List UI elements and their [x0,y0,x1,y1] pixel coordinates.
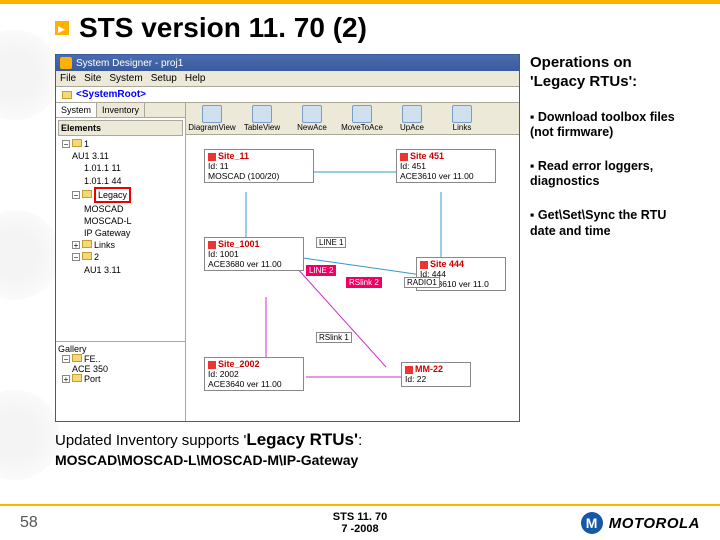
node-site-1001[interactable]: Site_1001 Id: 1001 ACE3680 ver 11.00 [204,237,304,271]
menu-site[interactable]: Site [84,73,101,84]
tree-item[interactable]: −Legacy [58,187,183,203]
title-bullet-icon [55,21,69,35]
menu-help[interactable]: Help [185,73,206,84]
app-icon [60,57,72,69]
node-site-2002[interactable]: Site_2002 Id: 2002 ACE3640 ver 11.00 [204,357,304,391]
footer-line-1: STS 11. 70 [333,511,387,523]
window-titlebar: System Designer - proj1 [56,55,519,71]
breadcrumb: <SystemRoot> [56,87,519,103]
tree-item[interactable]: AU1 3.11 [58,264,183,276]
bullet-get-set-sync: Get\Set\Sync the RTU date and time [530,208,680,239]
tree-item[interactable]: IP Gateway [58,227,183,239]
tree-item[interactable]: 1.01.1 11 [58,162,183,174]
tree-item[interactable]: 1.01.1 44 [58,175,183,187]
tree-item[interactable]: −1 [58,138,183,150]
tree-item[interactable]: AU1 3.11 [58,150,183,162]
tab-inventory[interactable]: Inventory [97,103,145,117]
folder-icon [62,91,72,99]
tab-system[interactable]: System [56,103,97,117]
gallery-header: Gallery [58,344,183,354]
tree-item[interactable]: −2 [58,251,183,263]
menubar: File Site System Setup Help [56,71,519,87]
slide-title: STS version 11. 70 (2) [79,12,367,44]
tree-item[interactable]: MOSCAD-L [58,215,183,227]
operations-heading: Operations on 'Legacy RTUs': [530,54,680,92]
node-site-11[interactable]: Site_11 Id: 11 MOSCAD (100/20) [204,149,314,183]
page-number: 58 [20,514,38,532]
window-title: System Designer - proj1 [76,58,183,69]
brand-logo: M MOTOROLA [581,512,700,534]
main-toolbar: DiagramView TableView NewAce MoveToAce U… [186,103,519,135]
link-rslink1: RSlink 1 [316,332,352,343]
tbtn-tableview[interactable]: TableView [238,105,286,132]
menu-file[interactable]: File [60,73,76,84]
tbtn-diagramview[interactable]: DiagramView [188,105,236,132]
link-line2: LINE 2 [306,265,336,276]
node-mm-22[interactable]: MM-22 Id: 22 [401,362,471,387]
motorola-icon: M [581,512,603,534]
brand-text: MOTOROLA [609,515,700,532]
tbtn-links[interactable]: Links [438,105,486,132]
footer-line-2: 7 -2008 [333,523,387,535]
caption-line-1: Updated Inventory supports 'Legacy RTUs'… [55,430,520,450]
menu-setup[interactable]: Setup [151,73,177,84]
link-rslink2: RSlink 2 [346,277,382,288]
menu-system[interactable]: System [109,73,142,84]
tree-item[interactable]: +Links [58,239,183,251]
bullet-download: Download toolbox files (not firmware) [530,110,680,141]
tbtn-upace[interactable]: UpAce [388,105,436,132]
app-screenshot: System Designer - proj1 File Site System… [55,54,520,422]
tbtn-movetoace[interactable]: MoveToAce [338,105,386,132]
link-radio1: RADIO1 [404,277,440,288]
tree-item[interactable]: MOSCAD [58,203,183,215]
link-line1: LINE 1 [316,237,346,248]
caption-line-2: MOSCAD\MOSCAD-L\MOSCAD-M\IP-Gateway [55,452,520,468]
bullet-read-error: Read error loggers, diagnostics [530,159,680,190]
node-site-451[interactable]: Site 451 Id: 451 ACE3610 ver 11.00 [396,149,496,183]
elements-header: Elements [58,120,183,136]
sysroot-label: <SystemRoot> [76,89,146,100]
tbtn-newace[interactable]: NewAce [288,105,336,132]
